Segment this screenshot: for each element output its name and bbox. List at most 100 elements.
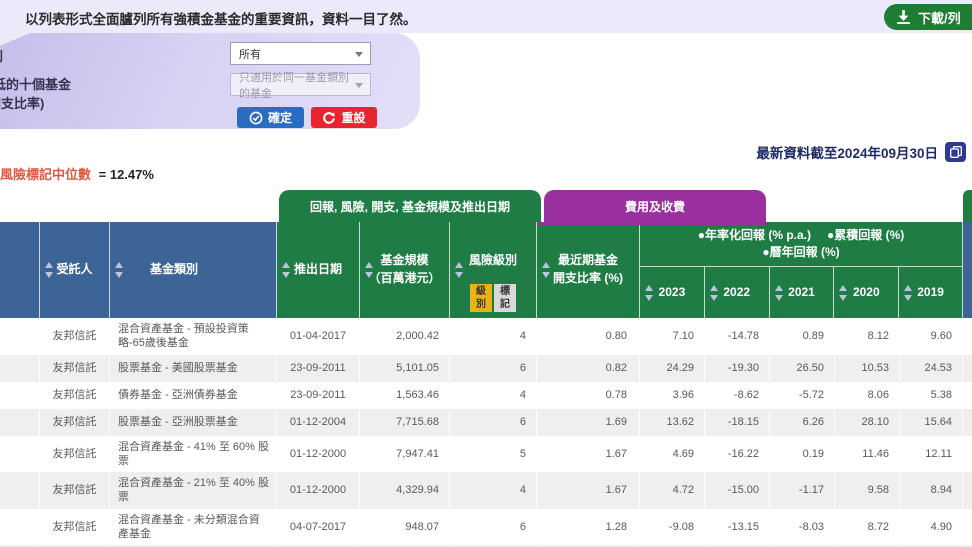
sort-arrows[interactable] — [45, 262, 53, 278]
top-ten-funds-select[interactable]: 只適用於同一基金類別的基金 — [230, 73, 371, 96]
cell-risk-class: 6 — [450, 509, 537, 546]
cell-fund-size: 4,329.94 — [360, 472, 450, 509]
cell-fund-type: 股票基金 - 美國股票基金 — [110, 355, 277, 382]
cell-expense-ratio: 0.80 — [537, 318, 640, 355]
toggle-mark[interactable]: 標記 — [494, 284, 516, 312]
sort-arrows[interactable] — [904, 285, 912, 301]
sort-arrows[interactable] — [775, 285, 783, 301]
table-row: 友邦信託 債券基金 - 亞洲債券基金 23-09-2011 1,563.46 4… — [0, 382, 972, 409]
table-row: 友邦信託 股票基金 - 美國股票基金 23-09-2011 5,101.05 6… — [0, 355, 972, 382]
intro-text: 以列表形式全面臚列所有強積金基金的重要資訊，資料一目了然。 — [25, 8, 417, 28]
cell-fund-size: 5,101.05 — [360, 355, 450, 382]
confirm-label: 確定 — [268, 109, 292, 126]
cell-return-2022: -14.78 — [705, 318, 770, 355]
cell-return-2020: 28.10 — [835, 409, 900, 436]
header-returns-group: ●年率化回報 (% p.a.) ●累積回報 (%) ●曆年回報 (%) 2023… — [640, 222, 963, 318]
cell-launch-date: 04-07-2017 — [277, 509, 360, 546]
fees-group-underline — [537, 222, 766, 225]
cell-risk-class: 6 — [450, 355, 537, 382]
download-print-button[interactable]: 下載/列 — [884, 4, 972, 30]
sort-arrows[interactable] — [710, 285, 718, 301]
cell-fund-type: 債券基金 - 亞洲債券基金 — [110, 382, 277, 409]
cell-return-2019: 15.64 — [900, 409, 963, 436]
cell-return-2023: 7.10 — [640, 318, 705, 355]
cell-return-2023: -9.08 — [640, 509, 705, 546]
cell-fund-size: 1,563.46 — [360, 382, 450, 409]
cell-risk-class: 4 — [450, 472, 537, 509]
sort-arrows[interactable] — [455, 262, 463, 278]
sort-arrows[interactable] — [365, 262, 373, 278]
cell-fund-size: 948.07 — [360, 509, 450, 546]
header-year-2023[interactable]: 2023 — [640, 267, 705, 318]
cell-expense-ratio: 0.82 — [537, 355, 640, 382]
header-fund-type[interactable]: 基金類別 — [110, 222, 277, 318]
tab-fees-and-charges-group: 費用及收費 — [544, 190, 766, 223]
sort-arrows[interactable] — [645, 285, 653, 301]
risk-marker-median: 風險標記中位數 = 12.47% — [0, 164, 154, 183]
sort-arrows[interactable] — [115, 262, 123, 278]
cell-launch-date: 23-09-2011 — [277, 382, 360, 409]
sort-arrows[interactable] — [282, 262, 290, 278]
header-year-2022[interactable]: 2022 — [705, 267, 770, 318]
cell-fund-type: 混合資產基金 - 21% 至 40% 股票 — [110, 472, 277, 509]
cell-return-2022: -15.00 — [705, 472, 770, 509]
cell-launch-date: 01-12-2004 — [277, 409, 360, 436]
toggle-class[interactable]: 級別 — [470, 284, 492, 312]
mpf-fund-list-screen: 以列表形式全面臚列所有強積金基金的重要資訊，資料一目了然。 下載/列 別 所有 … — [0, 0, 972, 547]
tab-returns-risk-expense-group: 回報, 風險, 開支, 基金規模及推出日期 — [279, 190, 541, 223]
download-label: 下載/列 — [918, 8, 961, 27]
cell-return-2020: 11.46 — [835, 436, 900, 473]
header-fund-size[interactable]: 基金規模（百萬港元） — [360, 222, 450, 318]
sort-arrows[interactable] — [839, 285, 847, 301]
cell-return-2021: -8.03 — [770, 509, 835, 546]
cell-return-2022: -13.15 — [705, 509, 770, 546]
risk-class-mark-toggle[interactable]: 級別 標記 — [470, 284, 516, 312]
fund-category-select[interactable]: 所有 — [230, 42, 371, 65]
table-row: 友邦信託 混合資產基金 - 41% 至 60% 股票 01-12-2000 7,… — [0, 436, 972, 473]
top-bar: 以列表形式全面臚列所有強積金基金的重要資訊，資料一目了然。 — [0, 0, 972, 33]
sort-arrows[interactable] — [542, 262, 550, 278]
header-trustee[interactable]: 受託人 — [40, 222, 110, 318]
cell-return-2020: 10.53 — [835, 355, 900, 382]
cell-return-2023: 4.69 — [640, 436, 705, 473]
cell-return-2019: 9.60 — [900, 318, 963, 355]
option-annualized-return[interactable]: ●年率化回報 (% p.a.) — [698, 227, 811, 244]
header-year-2020[interactable]: 2020 — [834, 267, 899, 318]
top-ten-funds-label-line2: 開支比率) — [0, 93, 60, 112]
header-blank-cell — [0, 222, 40, 318]
copy-document-icon[interactable] — [945, 142, 966, 162]
cell-return-2020: 8.06 — [835, 382, 900, 409]
top-ten-funds-label: 低的十個基金 — [0, 74, 92, 93]
option-calendar-year-return[interactable]: ●曆年回報 (%) — [762, 244, 839, 261]
table-header: 受託人 基金類別 推出日期 基金規模（百萬港元） 風險級別 級別 標記 最近期基… — [0, 222, 972, 318]
cell-trustee: 友邦信託 — [40, 472, 110, 509]
cell-fund-type: 混合資產基金 - 未分類混合資產基金 — [110, 509, 277, 546]
header-risk-class[interactable]: 風險級別 級別 標記 — [450, 222, 537, 318]
cell-fund-type: 混合資產基金 - 預設投資策略-65歲後基金 — [110, 318, 277, 355]
confirm-button[interactable]: 確定 — [237, 107, 304, 128]
cell-return-2021: -5.72 — [770, 382, 835, 409]
table-row: 友邦信託 股票基金 - 亞洲股票基金 01-12-2004 7,715.68 6… — [0, 409, 972, 436]
cell-expense-ratio: 1.28 — [537, 509, 640, 546]
table-body: 友邦信託 混合資產基金 - 預設投資策略-65歲後基金 01-04-2017 2… — [0, 318, 972, 547]
cell-expense-ratio: 1.67 — [537, 436, 640, 473]
cell-risk-class: 5 — [450, 436, 537, 473]
cell-fund-size: 7,947.41 — [360, 436, 450, 473]
cell-fund-type: 混合資產基金 - 41% 至 60% 股票 — [110, 436, 277, 473]
option-cumulative-return[interactable]: ●累積回報 (%) — [827, 227, 904, 244]
download-icon — [897, 10, 910, 24]
data-as-of: 最新資料截至2024年09月30日 — [756, 142, 966, 162]
cell-trustee: 友邦信託 — [40, 409, 110, 436]
cell-trustee: 友邦信託 — [40, 355, 110, 382]
cell-return-2023: 3.96 — [640, 382, 705, 409]
header-launch-date[interactable]: 推出日期 — [277, 222, 360, 318]
cell-expense-ratio: 1.69 — [537, 409, 640, 436]
reset-button[interactable]: 重設 — [311, 107, 377, 128]
header-fund-expense-ratio[interactable]: 最近期基金開支比率 (%) — [537, 222, 640, 318]
fund-category-label-fragment: 別 — [0, 46, 6, 65]
cell-fund-size: 2,000.42 — [360, 318, 450, 355]
header-year-2021[interactable]: 2021 — [770, 267, 835, 318]
table-row: 友邦信託 混合資產基金 - 21% 至 40% 股票 01-12-2000 4,… — [0, 472, 972, 509]
header-year-2019[interactable]: 2019 — [899, 267, 962, 318]
cell-return-2021: 6.26 — [770, 409, 835, 436]
